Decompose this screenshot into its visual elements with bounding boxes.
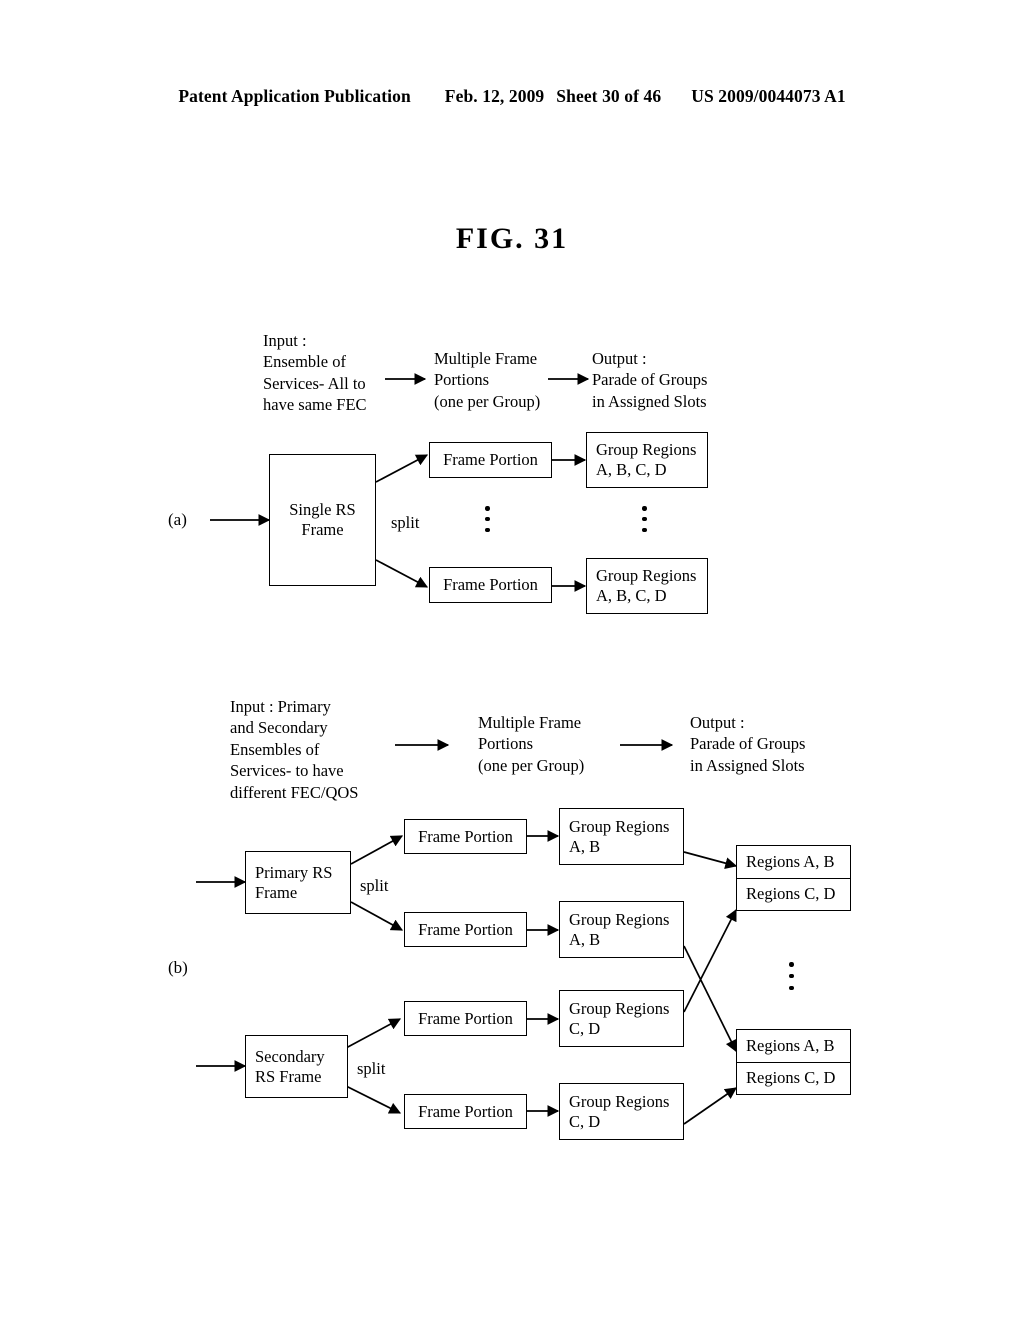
section-b-input-caption: Input : Primary and Secondary Ensembles … (230, 697, 359, 802)
section-b-split-label-primary: split (360, 876, 389, 895)
group-regions-label: Group Regions C, D (569, 1091, 670, 1131)
parade-bottom-cell-2[interactable]: Regions C, D (737, 1061, 850, 1095)
frame-portion-label: Frame Portion (418, 919, 513, 939)
section-b-frame-portion-1[interactable]: Frame Portion (404, 819, 527, 854)
section-a-group-regions-ellipsis (642, 506, 647, 532)
parade-top-cell-2[interactable]: Regions C, D (737, 877, 850, 911)
primary-rs-frame-box[interactable]: Primary RS Frame (245, 851, 351, 914)
section-b-group-regions-2[interactable]: Group Regions A, B (559, 901, 684, 958)
parade-bottom-cell-1[interactable]: Regions A, B (737, 1030, 850, 1062)
single-rs-frame-label: Single RS Frame (289, 500, 356, 539)
secondary-rs-frame-box[interactable]: Secondary RS Frame (245, 1035, 348, 1098)
section-a-output-caption: Output : Parade of Groups in Assigned Sl… (592, 349, 708, 411)
frame-portion-label: Frame Portion (418, 1101, 513, 1121)
single-rs-frame-box[interactable]: Single RS Frame (269, 454, 376, 586)
section-a-group-regions-bottom[interactable]: Group Regions A, B, C, D (586, 558, 708, 614)
section-a-label: (a) (168, 510, 187, 529)
section-b-frame-portion-2[interactable]: Frame Portion (404, 912, 527, 947)
section-a-split-label: split (391, 513, 420, 532)
section-b-parade-ellipsis (789, 962, 794, 990)
section-b-label: (b) (168, 958, 188, 977)
frame-portion-label: Frame Portion (443, 450, 538, 470)
section-a-frame-portion-top[interactable]: Frame Portion (429, 442, 552, 478)
group-regions-label: Group Regions A, B (569, 909, 670, 949)
primary-rs-frame-label: Primary RS Frame (255, 862, 333, 902)
section-b-group-regions-3[interactable]: Group Regions C, D (559, 990, 684, 1047)
group-regions-label: Group Regions A, B, C, D (596, 566, 697, 605)
section-b-split-label-secondary: split (357, 1059, 386, 1078)
group-regions-label: Group Regions C, D (569, 998, 670, 1038)
section-b-middle-caption: Multiple Frame Portions (one per Group) (478, 713, 585, 775)
section-a-frame-portion-bottom[interactable]: Frame Portion (429, 567, 552, 603)
group-regions-label: Group Regions A, B (569, 816, 670, 856)
section-b-frame-portion-4[interactable]: Frame Portion (404, 1094, 527, 1129)
section-b-frame-portion-3[interactable]: Frame Portion (404, 1001, 527, 1036)
parade-box-bottom[interactable]: Regions A, B Regions C, D (736, 1029, 851, 1095)
parade-box-top[interactable]: Regions A, B Regions C, D (736, 845, 851, 911)
section-b-output-caption: Output : Parade of Groups in Assigned Sl… (690, 713, 806, 775)
section-a-middle-caption: Multiple Frame Portions (one per Group) (434, 349, 541, 411)
group-regions-label: Group Regions A, B, C, D (596, 440, 697, 479)
section-a-input-caption: Input : Ensemble of Services- All to hav… (263, 331, 367, 415)
frame-portion-label: Frame Portion (418, 1008, 513, 1028)
section-b-group-regions-4[interactable]: Group Regions C, D (559, 1083, 684, 1140)
frame-portion-label: Frame Portion (418, 826, 513, 846)
section-a-frame-portion-ellipsis (485, 506, 490, 532)
parade-top-cell-1[interactable]: Regions A, B (737, 846, 850, 878)
section-b-group-regions-1[interactable]: Group Regions A, B (559, 808, 684, 865)
secondary-rs-frame-label: Secondary RS Frame (255, 1046, 325, 1086)
frame-portion-label: Frame Portion (443, 575, 538, 595)
section-a-group-regions-top[interactable]: Group Regions A, B, C, D (586, 432, 708, 488)
